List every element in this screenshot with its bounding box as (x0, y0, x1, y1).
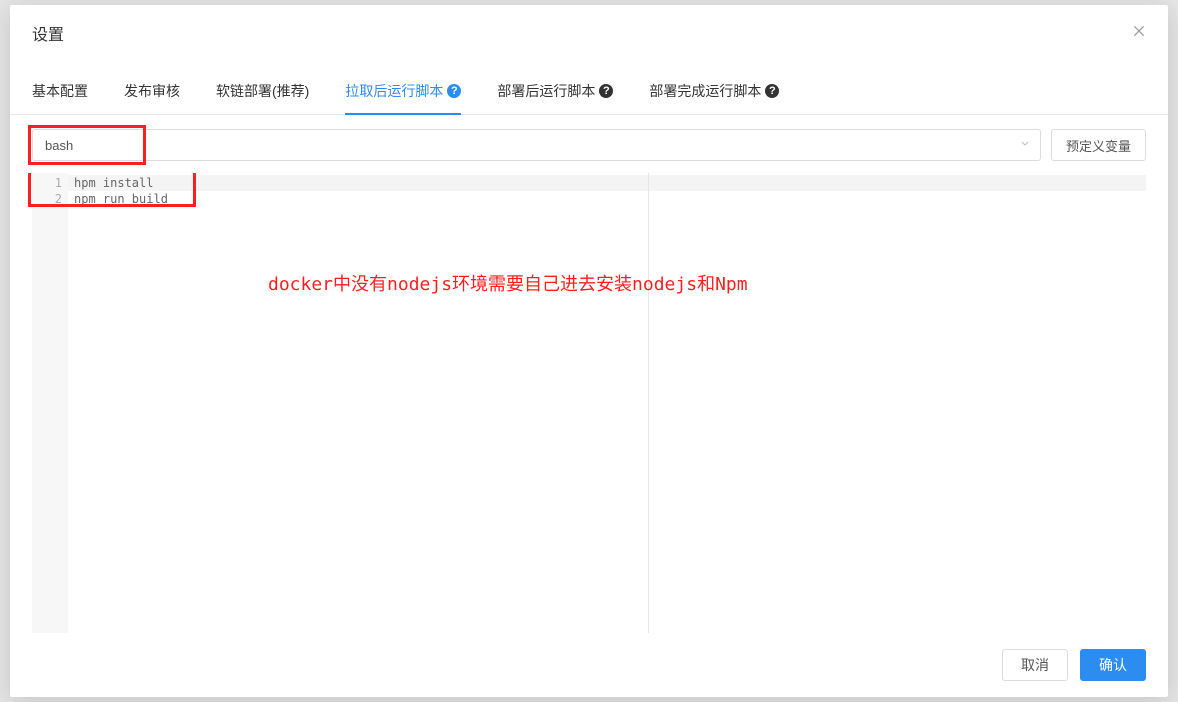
tab-basic-config[interactable]: 基本配置 (32, 81, 88, 115)
tab-label: 拉取后运行脚本 (345, 81, 443, 101)
modal-footer: 取消 确认 (10, 633, 1168, 697)
help-icon[interactable]: ? (599, 84, 613, 98)
confirm-button[interactable]: 确认 (1080, 649, 1146, 681)
chevron-down-icon (1019, 138, 1031, 153)
tab-deploy-complete-script[interactable]: 部署完成运行脚本 ? (649, 81, 779, 115)
tab-softlink-deploy[interactable]: 软链部署(推荐) (216, 81, 309, 115)
cancel-button[interactable]: 取消 (1002, 649, 1068, 681)
predefined-variables-button[interactable]: 预定义变量 (1051, 129, 1146, 161)
tab-label: 部署完成运行脚本 (649, 81, 761, 101)
line-number: 1 (32, 175, 62, 191)
editor-column-divider (648, 173, 649, 633)
tabs-bar: 基本配置 发布审核 软链部署(推荐) 拉取后运行脚本 ? 部署后运行脚本 ? 部… (10, 57, 1168, 115)
shell-select-value: bash (45, 138, 73, 153)
modal-header: 设置 (10, 5, 1168, 57)
tab-label: 基本配置 (32, 81, 88, 101)
line-number: 2 (32, 191, 62, 207)
user-annotation-text: docker中没有nodejs环境需要自己进去安装nodejs和Npm (268, 277, 748, 293)
tab-post-deploy-script[interactable]: 部署后运行脚本 ? (497, 81, 613, 115)
code-line: npm run build (74, 191, 1140, 207)
shell-select-wrapper: bash (32, 129, 1041, 161)
code-editor-wrapper: 1 2 hpm install npm run build docker中没有n… (10, 173, 1168, 633)
code-editor[interactable]: 1 2 hpm install npm run build docker中没有n… (32, 173, 1146, 633)
tab-label: 软链部署(推荐) (216, 81, 309, 101)
tab-publish-review[interactable]: 发布审核 (124, 81, 180, 115)
close-icon[interactable] (1132, 24, 1146, 42)
help-icon[interactable]: ? (765, 84, 779, 98)
tab-label: 部署后运行脚本 (497, 81, 595, 101)
shell-select[interactable]: bash (32, 129, 1041, 161)
modal-backdrop: 设置 基本配置 发布审核 软链部署(推荐) 拉取后运行脚本 ? (0, 0, 1178, 702)
code-text-area[interactable]: hpm install npm run build docker中没有nodej… (68, 173, 1146, 633)
tab-label: 发布审核 (124, 81, 180, 101)
line-number-gutter: 1 2 (32, 173, 68, 633)
tab-post-fetch-script[interactable]: 拉取后运行脚本 ? (345, 81, 461, 115)
settings-modal: 设置 基本配置 发布审核 软链部署(推荐) 拉取后运行脚本 ? (10, 5, 1168, 697)
code-line: hpm install (68, 175, 1146, 191)
help-icon[interactable]: ? (447, 84, 461, 98)
modal-title: 设置 (32, 21, 64, 45)
shell-toolbar: bash 预定义变量 (10, 115, 1168, 173)
